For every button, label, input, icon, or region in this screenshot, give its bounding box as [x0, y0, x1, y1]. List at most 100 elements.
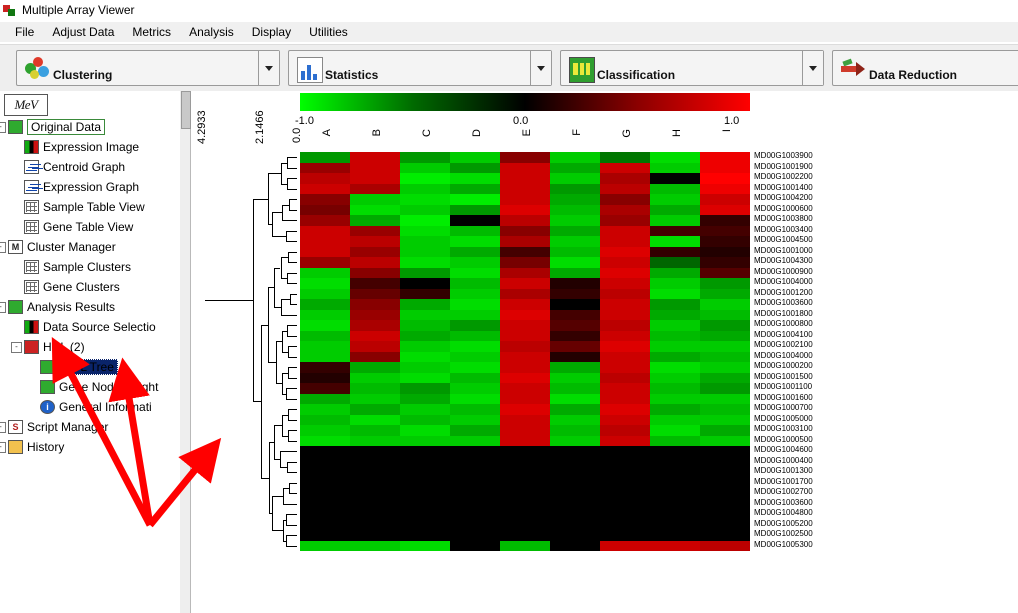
heatmap-cell[interactable]: [300, 456, 350, 468]
heatmap-row[interactable]: [300, 278, 750, 289]
heatmap-cell[interactable]: [550, 173, 600, 184]
tree-toggle-icon[interactable]: -: [0, 441, 6, 453]
heatmap-cell[interactable]: [500, 498, 550, 510]
heatmap-cell[interactable]: [500, 215, 550, 226]
heatmap-cell[interactable]: [400, 183, 450, 195]
tree-scrollbar-thumb[interactable]: [181, 91, 191, 129]
heatmap-cell[interactable]: [500, 351, 550, 363]
heatmap-cell[interactable]: [300, 351, 350, 363]
heatmap-cell[interactable]: [550, 225, 600, 237]
sidebar-item-cluster-manager[interactable]: -M Cluster Manager: [0, 237, 180, 257]
heatmap-row[interactable]: [300, 467, 750, 478]
heatmap-cell[interactable]: [550, 540, 600, 552]
heatmap-cell[interactable]: [500, 414, 550, 426]
heatmap-cell[interactable]: [400, 467, 450, 478]
heatmap-cell[interactable]: [550, 267, 600, 279]
heatmap-cell[interactable]: [600, 393, 650, 405]
heatmap-cell[interactable]: [600, 215, 650, 226]
heatmap-cell[interactable]: [450, 173, 500, 184]
heatmap-cell[interactable]: [300, 309, 350, 321]
heatmap-cell[interactable]: [300, 215, 350, 226]
sidebar-item-hcl-2[interactable]: - HCL (2): [0, 337, 180, 357]
heatmap-cell[interactable]: [450, 509, 500, 520]
heatmap-row[interactable]: [300, 509, 750, 520]
heatmap-cell[interactable]: [700, 540, 750, 552]
heatmap-cell[interactable]: [550, 404, 600, 415]
heatmap-cell[interactable]: [300, 330, 350, 342]
heatmap-cell[interactable]: [700, 498, 750, 510]
heatmap-cell[interactable]: [650, 330, 700, 342]
heatmap-cell[interactable]: [350, 330, 400, 342]
heatmap-cell[interactable]: [500, 194, 550, 205]
heatmap-cell[interactable]: [600, 372, 650, 384]
heatmap-cell[interactable]: [450, 446, 500, 457]
heatmap-cell[interactable]: [300, 540, 350, 552]
heatmap-cell[interactable]: [600, 183, 650, 195]
heatmap-cell[interactable]: [500, 488, 550, 499]
heatmap-cell[interactable]: [450, 393, 500, 405]
toolbar-group-statistics[interactable]: Statistics: [288, 50, 552, 86]
heatmap-row[interactable]: [300, 309, 750, 321]
heatmap-cell[interactable]: [500, 446, 550, 457]
heatmap-row[interactable]: [300, 404, 750, 415]
heatmap-cell[interactable]: [300, 509, 350, 520]
sidebar-item-sample-table-view[interactable]: Sample Table View: [0, 197, 180, 217]
heatmap-cell[interactable]: [650, 162, 700, 174]
heatmap-cell[interactable]: [300, 414, 350, 426]
heatmap-cell[interactable]: [500, 204, 550, 216]
heatmap-cell[interactable]: [650, 477, 700, 489]
heatmap-cell[interactable]: [600, 456, 650, 468]
heatmap-row[interactable]: [300, 362, 750, 373]
heatmap-cell[interactable]: [600, 204, 650, 216]
heatmap-cell[interactable]: [650, 393, 700, 405]
heatmap-cell[interactable]: [650, 456, 700, 468]
heatmap-cell[interactable]: [400, 173, 450, 184]
heatmap-cell[interactable]: [650, 404, 700, 415]
sidebar-item-hcl-tree[interactable]: HCL Tree: [0, 357, 180, 377]
heatmap-cell[interactable]: [550, 204, 600, 216]
sidebar-item-sample-clusters[interactable]: Sample Clusters: [0, 257, 180, 277]
heatmap-cell[interactable]: [350, 519, 400, 531]
heatmap-cell[interactable]: [350, 351, 400, 363]
heatmap-cell[interactable]: [700, 446, 750, 457]
heatmap-cell[interactable]: [450, 162, 500, 174]
heatmap-cell[interactable]: [350, 341, 400, 352]
heatmap-row[interactable]: [300, 320, 750, 331]
heatmap-cell[interactable]: [650, 414, 700, 426]
heatmap-cell[interactable]: [450, 488, 500, 499]
heatmap-cell[interactable]: [350, 267, 400, 279]
heatmap-cell[interactable]: [450, 194, 500, 205]
heatmap-cell[interactable]: [400, 330, 450, 342]
heatmap-cell[interactable]: [450, 530, 500, 541]
heatmap-cell[interactable]: [400, 372, 450, 384]
heatmap-row[interactable]: [300, 152, 750, 163]
heatmap-row[interactable]: [300, 194, 750, 205]
heatmap-cell[interactable]: [300, 152, 350, 163]
heatmap-cell[interactable]: [300, 173, 350, 184]
heatmap-cell[interactable]: [350, 498, 400, 510]
heatmap-cell[interactable]: [600, 498, 650, 510]
heatmap-cell[interactable]: [350, 414, 400, 426]
heatmap-cell[interactable]: [500, 288, 550, 300]
heatmap-row[interactable]: [300, 530, 750, 541]
heatmap-cell[interactable]: [550, 498, 600, 510]
heatmap-cell[interactable]: [650, 341, 700, 352]
heatmap-cell[interactable]: [650, 267, 700, 279]
heatmap-cell[interactable]: [550, 341, 600, 352]
heatmap-row[interactable]: [300, 351, 750, 363]
heatmap-cell[interactable]: [500, 183, 550, 195]
heatmap-cell[interactable]: [700, 204, 750, 216]
heatmap-cell[interactable]: [450, 467, 500, 478]
heatmap-row[interactable]: [300, 372, 750, 384]
heatmap-cell[interactable]: [700, 509, 750, 520]
heatmap-cell[interactable]: [600, 467, 650, 478]
heatmap-cell[interactable]: [550, 351, 600, 363]
sidebar-item-analysis-results[interactable]: - Analysis Results: [0, 297, 180, 317]
heatmap-cell[interactable]: [600, 341, 650, 352]
heatmap-cell[interactable]: [450, 383, 500, 394]
heatmap-cell[interactable]: [350, 225, 400, 237]
heatmap-cell[interactable]: [700, 162, 750, 174]
sidebar-item-data-source-selectio[interactable]: Data Source Selectio: [0, 317, 180, 337]
heatmap-cell[interactable]: [600, 351, 650, 363]
heatmap-cell[interactable]: [500, 152, 550, 163]
